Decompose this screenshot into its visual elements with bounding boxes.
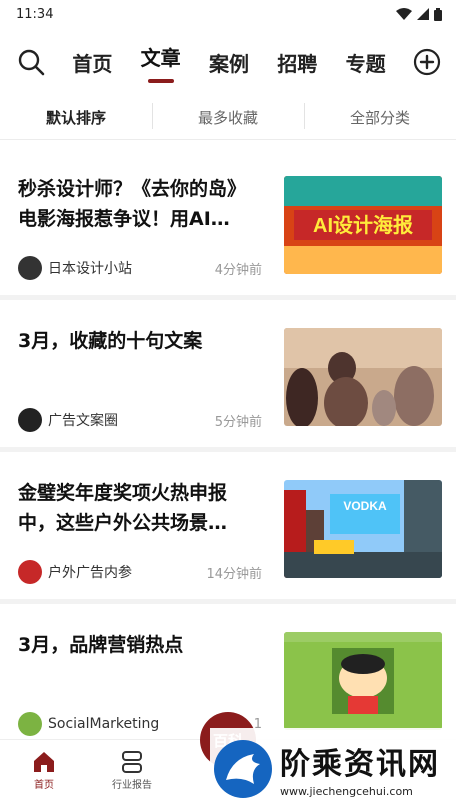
article-thumbnail: [284, 632, 442, 730]
article-feed: 秒杀设计师？《去你的岛》电影海报惹争议！用AI… 日本设计小站 4分钟前 AI设…: [0, 148, 456, 756]
article-title: 金璧奖年度奖项火热申报中，这些户外公共场景…: [18, 482, 228, 534]
article-card[interactable]: 3月，收藏的十句文案 广告文案圈 5分钟前: [0, 300, 456, 452]
top-nav: 首页 文章 案例 招聘 专题: [0, 28, 456, 96]
wifi-icon: [396, 8, 412, 20]
tab-cases[interactable]: 案例: [207, 48, 251, 77]
report-icon: [122, 751, 142, 773]
source-avatar: [18, 408, 42, 432]
article-time: 14分钟前: [206, 566, 262, 582]
tab-jobs[interactable]: 招聘: [275, 48, 319, 77]
plus-circle-icon: [413, 48, 441, 76]
source-avatar: [18, 560, 42, 584]
sort-all-categories[interactable]: 全部分类: [304, 103, 456, 129]
bottom-nav-label: 首页: [34, 780, 54, 791]
article-source: 日本设计小站: [48, 261, 132, 277]
article-card[interactable]: 金璧奖年度奖项火热申报中，这些户外公共场景… 户外广告内参 14分钟前 VODK…: [0, 452, 456, 604]
tab-articles[interactable]: 文章: [139, 42, 183, 71]
article-thumbnail: [284, 328, 442, 426]
article-title: 3月，品牌营销热点: [18, 634, 184, 656]
bottom-nav-reports[interactable]: 行业报告: [88, 750, 176, 791]
signal-icon: [417, 8, 429, 20]
bottom-nav-label: 行业报告: [112, 780, 152, 791]
article-thumbnail: VODKA: [284, 480, 442, 578]
watermark-logo-icon: [214, 739, 272, 798]
article-title: 3月，收藏的十句文案: [18, 330, 203, 352]
bottom-nav-home[interactable]: 首页: [0, 750, 88, 791]
article-title: 秒杀设计师？《去你的岛》电影海报惹争议！用AI…: [18, 178, 247, 230]
article-thumbnail: AI设计海报: [284, 176, 442, 274]
search-button[interactable]: [16, 47, 46, 77]
article-source: 户外广告内参: [48, 565, 132, 581]
tab-topics[interactable]: 专题: [344, 48, 388, 77]
sort-bar: 默认排序 最多收藏 全部分类: [0, 96, 456, 140]
article-card[interactable]: 秒杀设计师？《去你的岛》电影海报惹争议！用AI… 日本设计小站 4分钟前 AI设…: [0, 148, 456, 300]
article-source: 广告文案圈: [48, 413, 118, 429]
thumb-text: AI设计海报: [313, 213, 413, 237]
article-meta: 户外广告内参 14分钟前: [18, 560, 262, 584]
watermark-url: www.jiechengcehui.com: [280, 785, 413, 798]
status-bar: 11:34: [0, 0, 456, 28]
thumb-text: VODKA: [343, 499, 387, 513]
status-time: 11:34: [16, 6, 54, 22]
watermark: 阶乘资讯网 www.jiechengcehui.com: [210, 728, 456, 809]
watermark-brand: 阶乘资讯网: [280, 747, 440, 782]
tab-home[interactable]: 首页: [70, 48, 114, 77]
sort-most-favorited[interactable]: 最多收藏: [152, 103, 304, 129]
watermark-text: 阶乘资讯网 www.jiechengcehui.com: [280, 739, 440, 798]
search-icon: [18, 49, 45, 76]
source-avatar: [18, 256, 42, 280]
article-time: 5分钟前: [214, 414, 262, 430]
battery-icon: [434, 7, 442, 21]
article-meta: 广告文案圈 5分钟前: [18, 408, 262, 432]
source-avatar: [18, 712, 42, 736]
add-button[interactable]: [412, 47, 442, 77]
article-time: 4分钟前: [214, 262, 262, 278]
article-meta: 日本设计小站 4分钟前: [18, 256, 262, 280]
sort-default[interactable]: 默认排序: [0, 107, 152, 128]
status-icons: [396, 7, 442, 21]
home-icon: [34, 752, 54, 772]
